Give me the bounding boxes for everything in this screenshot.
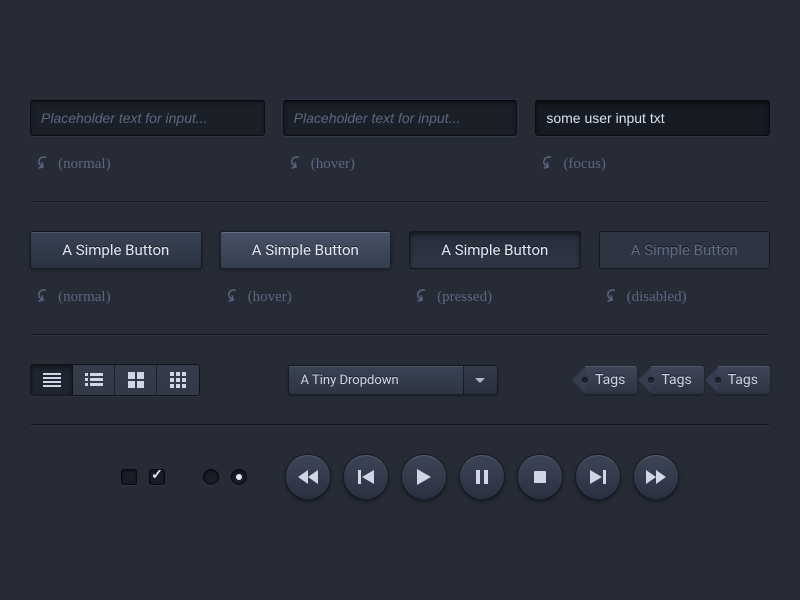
tag-chip[interactable]: Tags xyxy=(585,366,637,394)
grid-large-icon xyxy=(128,372,144,388)
state-text: (disabled) xyxy=(627,289,687,306)
section-divider xyxy=(30,201,770,203)
view-list-detailed-button[interactable] xyxy=(73,365,115,395)
arrow-icon: ↶ xyxy=(284,152,310,176)
fast-forward-icon xyxy=(646,470,666,484)
play-button[interactable] xyxy=(401,454,447,500)
state-text: (normal) xyxy=(58,289,110,306)
rewind-button[interactable] xyxy=(285,454,331,500)
state-text: (focus) xyxy=(563,156,605,173)
view-grid-large-button[interactable] xyxy=(115,365,157,395)
grid-small-icon xyxy=(170,372,186,388)
input-state-label-hover: ↶ (hover) xyxy=(283,148,518,175)
arrow-icon: ↶ xyxy=(220,285,246,309)
view-segment-group xyxy=(30,364,200,396)
state-text: (normal) xyxy=(58,156,110,173)
button-state-label-normal: ↶ (normal) xyxy=(30,281,202,308)
previous-button[interactable] xyxy=(343,454,389,500)
button-state-label-hover: ↶ (hover) xyxy=(220,281,392,308)
skip-forward-icon xyxy=(590,470,606,484)
chevron-down-icon xyxy=(463,366,497,394)
arrow-icon: ↶ xyxy=(31,152,57,176)
text-input-focus[interactable] xyxy=(535,100,770,136)
arrow-icon: ↶ xyxy=(599,285,625,309)
checkbox-unchecked[interactable] xyxy=(121,469,137,485)
view-list-lines-button[interactable] xyxy=(31,365,73,395)
media-player-controls xyxy=(285,454,679,500)
stop-button[interactable] xyxy=(517,454,563,500)
simple-button-hover[interactable]: A Simple Button xyxy=(220,231,392,269)
pause-button[interactable] xyxy=(459,454,505,500)
arrow-icon: ↶ xyxy=(31,285,57,309)
button-state-label-disabled: ↶ (disabled) xyxy=(599,281,771,308)
text-input-hover[interactable] xyxy=(283,100,518,136)
rewind-icon xyxy=(298,470,318,484)
button-state-label-pressed: ↶ (pressed) xyxy=(409,281,581,308)
play-icon xyxy=(417,469,431,485)
state-text: (pressed) xyxy=(437,289,492,306)
text-input-normal[interactable] xyxy=(30,100,265,136)
view-grid-small-button[interactable] xyxy=(157,365,199,395)
next-button[interactable] xyxy=(575,454,621,500)
input-state-label-focus: ↶ (focus) xyxy=(535,148,770,175)
radio-unselected[interactable] xyxy=(203,469,219,485)
simple-button-disabled: A Simple Button xyxy=(599,231,771,269)
radio-group xyxy=(203,469,247,485)
state-text: (hover) xyxy=(248,289,292,306)
pause-icon xyxy=(476,470,488,484)
tag-chip[interactable]: Tags xyxy=(718,366,770,394)
input-state-label-normal: ↶ (normal) xyxy=(30,148,265,175)
skip-back-icon xyxy=(358,470,374,484)
simple-button-pressed[interactable]: A Simple Button xyxy=(409,231,581,269)
list-icon xyxy=(85,373,103,387)
stop-icon xyxy=(534,471,546,483)
tag-chip[interactable]: Tags xyxy=(651,366,703,394)
checkbox-group xyxy=(121,469,165,485)
state-text: (hover) xyxy=(311,156,355,173)
section-divider xyxy=(30,424,770,426)
section-divider xyxy=(30,334,770,336)
simple-button-normal[interactable]: A Simple Button xyxy=(30,231,202,269)
tags-group: Tags Tags Tags xyxy=(585,366,770,394)
checkbox-checked[interactable] xyxy=(149,469,165,485)
arrow-icon: ↶ xyxy=(536,152,562,176)
tiny-dropdown[interactable]: A Tiny Dropdown xyxy=(288,365,498,395)
fast-forward-button[interactable] xyxy=(633,454,679,500)
arrow-icon: ↶ xyxy=(410,285,436,309)
lines-icon xyxy=(43,373,61,387)
dropdown-label: A Tiny Dropdown xyxy=(289,366,463,394)
radio-selected[interactable] xyxy=(231,469,247,485)
